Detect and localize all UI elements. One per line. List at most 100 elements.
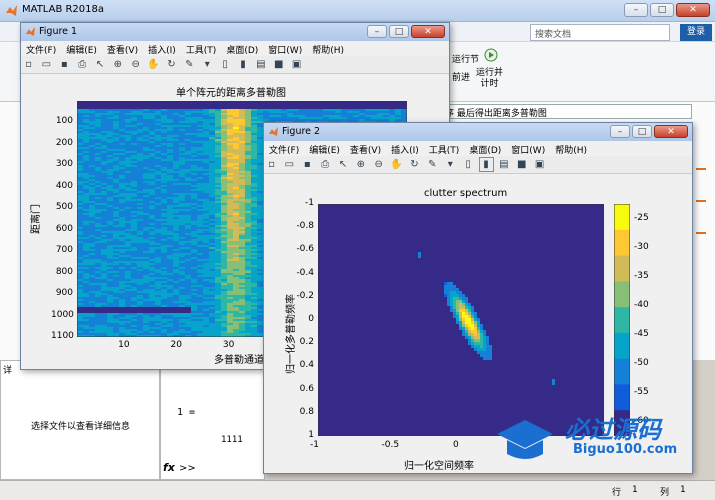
figure1-ylabel: 距离门	[31, 204, 42, 234]
figure2-menu-item[interactable]: 工具(T)	[424, 141, 465, 156]
pan-icon[interactable]: ✋	[390, 158, 403, 171]
print-icon[interactable]: ⎙	[319, 158, 332, 171]
show-tools-icon[interactable]: ▣	[290, 58, 303, 71]
pan-icon[interactable]: ✋	[147, 58, 160, 71]
link-plot-icon[interactable]: ▯	[219, 58, 232, 71]
figure1-ytick-label: 600	[55, 223, 73, 234]
figure1-minimize-button[interactable]: –	[367, 25, 387, 38]
colorbar-tick-label: -45	[634, 328, 649, 339]
figure1-menu-item[interactable]: 窗口(W)	[263, 41, 307, 56]
hide-tools-icon[interactable]: ■	[272, 58, 285, 71]
close-button[interactable]: ✕	[676, 3, 710, 17]
status-col: 1	[680, 485, 686, 495]
figure2-ytick-label: 0.6	[299, 383, 314, 394]
hide-tools-icon[interactable]: ■	[515, 158, 528, 171]
figure1-menu-item[interactable]: 帮助(H)	[307, 41, 349, 56]
search-input[interactable]: 搜索文档	[530, 24, 670, 41]
figure1-maximize-button[interactable]: □	[389, 25, 409, 38]
save-icon[interactable]: ▪	[58, 58, 71, 71]
figure1-ytick-label: 300	[55, 159, 73, 170]
figure2-heatmap[interactable]	[318, 204, 604, 436]
figure1-ytick-label: 200	[55, 137, 73, 148]
zoom-out-icon[interactable]: ⊖	[129, 58, 142, 71]
cmd-prompt: >>	[179, 463, 196, 474]
ribbon-run-section[interactable]: 运行节	[452, 52, 479, 65]
figure2-menu-item[interactable]: 窗口(W)	[506, 141, 550, 156]
figure1-menubar: 文件(F) 编辑(E) 查看(V) 插入(I) 工具(T) 桌面(D) 窗口(W) 帮助(H)	[21, 41, 449, 56]
status-row: 1	[632, 485, 638, 495]
run-time-icon[interactable]	[483, 47, 499, 63]
figure2-minimize-button[interactable]: –	[610, 125, 630, 138]
figure2-ytick-label: -0.6	[296, 244, 314, 255]
figure2-menu-item[interactable]: 帮助(H)	[550, 141, 592, 156]
figure2-ytick-label: 0	[308, 314, 314, 324]
cmd-output-1: 1 =	[177, 407, 196, 418]
figure2-sidelobe	[552, 379, 555, 385]
legend-icon[interactable]: ▤	[254, 58, 267, 71]
figure1-titlebar[interactable]: Figure 1 – □ ✕	[21, 23, 449, 41]
login-button[interactable]: 登录	[680, 24, 712, 41]
figure1-menu-item[interactable]: 编辑(E)	[61, 41, 102, 56]
show-tools-icon[interactable]: ▣	[533, 158, 546, 171]
figure2-ytick-label: -1	[305, 198, 314, 208]
watermark: 必过源码 Biguo100.com	[495, 410, 695, 468]
legend-icon[interactable]: ▤	[497, 158, 510, 171]
figure2-ytick-label: -0.2	[296, 290, 314, 301]
figure2-xlabel: 归一化空间频率	[404, 461, 474, 472]
figure1-toolbar: ▫ ▭ ▪ ⎙ ↖ ⊕ ⊖ ✋ ↻ ✎ ▾ ▯ ▮ ▤ ■ ▣	[21, 56, 449, 74]
figure2-maximize-button[interactable]: □	[632, 125, 652, 138]
pointer-icon[interactable]: ↖	[94, 58, 107, 71]
figure2-toolbar: ▫ ▭ ▪ ⎙ ↖ ⊕ ⊖ ✋ ↻ ✎ ▾ ▯ ▮ ▤ ■ ▣	[264, 156, 692, 174]
zoom-out-icon[interactable]: ⊖	[372, 158, 385, 171]
new-figure-icon[interactable]: ▫	[265, 158, 278, 171]
link-plot-icon[interactable]: ▯	[462, 158, 475, 171]
figure1-menu-item[interactable]: 工具(T)	[181, 41, 222, 56]
save-icon[interactable]: ▪	[301, 158, 314, 171]
figure1-xtick-label: 30	[222, 340, 235, 350]
new-figure-icon[interactable]: ▫	[22, 58, 35, 71]
rotate-icon[interactable]: ↻	[165, 58, 178, 71]
rotate-icon[interactable]: ↻	[408, 158, 421, 171]
command-window[interactable]: 1 = 1111 fx >>	[160, 360, 265, 480]
figure1-ytick-label: 500	[55, 202, 73, 213]
colorbar-icon[interactable]: ▮	[237, 58, 250, 71]
figure1-ytick-label: 1000	[51, 309, 74, 320]
figure2-titlebar[interactable]: Figure 2 – □ ✕	[264, 123, 692, 141]
open-file-icon[interactable]: ▭	[283, 158, 296, 171]
colorbar-tick-label: -55	[634, 386, 649, 397]
brush-icon[interactable]: ▾	[444, 158, 457, 171]
brush-icon[interactable]: ▾	[201, 58, 214, 71]
ribbon-advance[interactable]: 前进	[452, 70, 470, 83]
minimize-button[interactable]: –	[624, 3, 648, 17]
data-cursor-icon[interactable]: ✎	[426, 158, 439, 171]
data-cursor-icon[interactable]: ✎	[183, 58, 196, 71]
colorbar-tick-label: -50	[634, 357, 649, 368]
figure2-menu-item[interactable]: 文件(F)	[264, 141, 304, 156]
figure1-chart-title: 单个阵元的距离多普勒图	[176, 88, 286, 99]
maximize-button[interactable]: □	[650, 3, 674, 17]
figure1-menu-item[interactable]: 桌面(D)	[221, 41, 263, 56]
figure2-menu-item[interactable]: 编辑(E)	[304, 141, 345, 156]
figure2-menu-item[interactable]: 桌面(D)	[464, 141, 506, 156]
open-file-icon[interactable]: ▭	[40, 58, 53, 71]
figure2-menu-item[interactable]: 插入(I)	[386, 141, 424, 156]
figure1-menu-item[interactable]: 文件(F)	[21, 41, 61, 56]
print-icon[interactable]: ⎙	[76, 58, 89, 71]
address-bar[interactable]: 序 最后得出距离多普勒图	[440, 104, 692, 119]
figure1-close-button[interactable]: ✕	[411, 25, 445, 38]
figure1-menu-item[interactable]: 插入(I)	[143, 41, 181, 56]
status-bar: 行 1 列 1	[0, 480, 715, 500]
figure1-menu-item[interactable]: 查看(V)	[102, 41, 143, 56]
pointer-icon[interactable]: ↖	[337, 158, 350, 171]
figure2-xtick-label: 0	[453, 440, 459, 450]
figure1-xtick-label: 20	[170, 340, 182, 350]
cmd-output-2: 1111	[221, 435, 243, 445]
figure2-xtick-label: -1	[310, 440, 319, 450]
colorbar-icon[interactable]: ▮	[478, 157, 494, 172]
zoom-in-icon[interactable]: ⊕	[354, 158, 367, 171]
figure2-menu-item[interactable]: 查看(V)	[345, 141, 386, 156]
ribbon-run-time[interactable]: 运行并 计时	[476, 68, 503, 90]
left-panel-label: 详	[3, 366, 13, 376]
figure2-close-button[interactable]: ✕	[654, 125, 688, 138]
zoom-in-icon[interactable]: ⊕	[111, 58, 124, 71]
